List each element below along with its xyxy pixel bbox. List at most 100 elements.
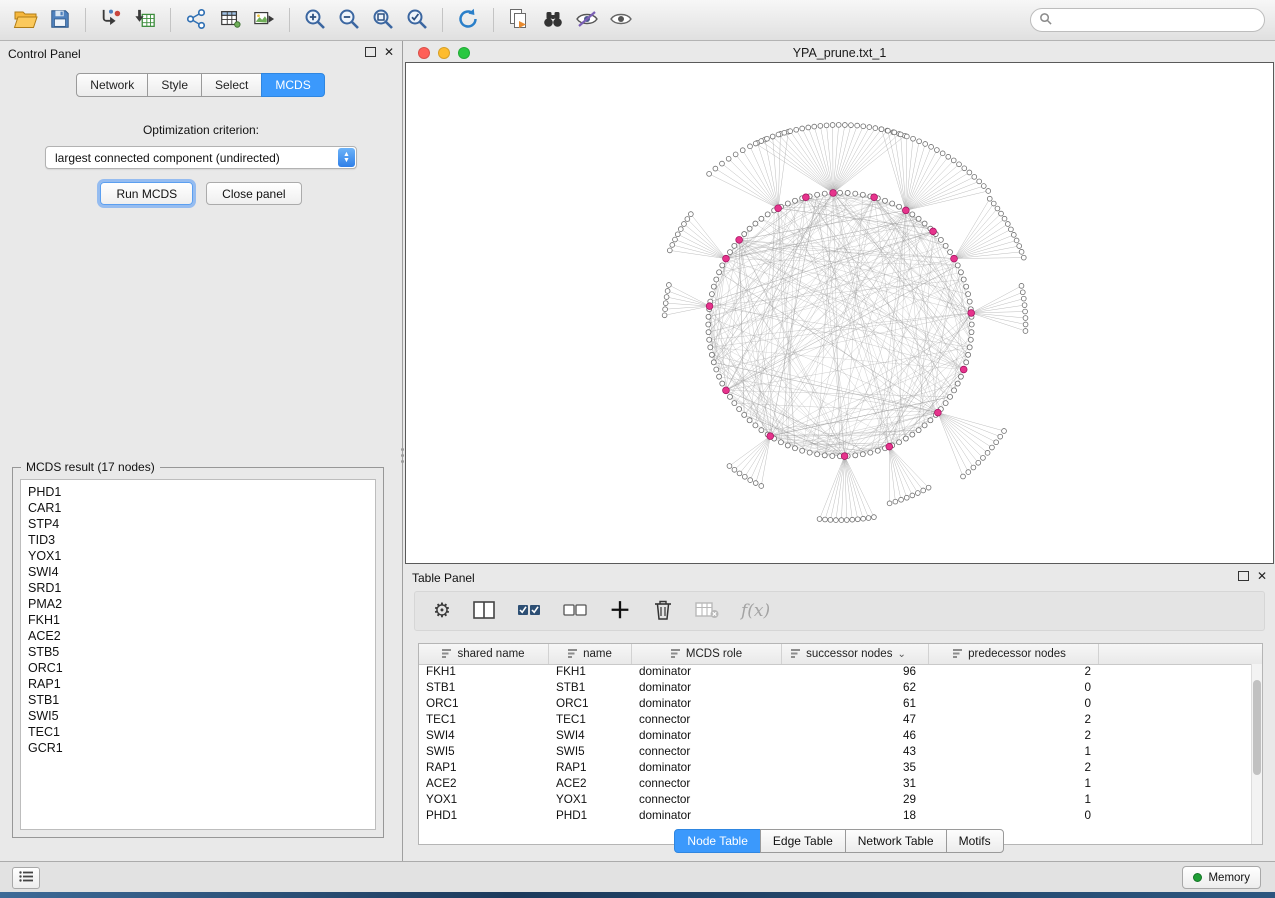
- mcds-result-node[interactable]: CAR1: [28, 500, 368, 516]
- table-cell[interactable]: connector: [632, 712, 782, 728]
- table-row[interactable]: YOX1YOX1connector291: [419, 792, 1252, 808]
- function-builder-button[interactable]: f(x): [741, 598, 770, 624]
- close-panel-icon[interactable]: ✕: [384, 46, 394, 58]
- hide-selected-button[interactable]: [571, 5, 603, 35]
- table-cell[interactable]: [1099, 760, 1252, 776]
- show-columns-button[interactable]: [473, 598, 495, 624]
- network-canvas[interactable]: [405, 62, 1274, 564]
- zoom-out-button[interactable]: [333, 5, 365, 35]
- scrollbar-thumb[interactable]: [1253, 680, 1261, 775]
- table-cell[interactable]: PHD1: [549, 808, 632, 824]
- mcds-result-node[interactable]: STB1: [28, 692, 368, 708]
- table-cell[interactable]: 2: [929, 664, 1099, 680]
- table-row[interactable]: FKH1FKH1dominator962: [419, 664, 1252, 680]
- mcds-result-node[interactable]: TID3: [28, 532, 368, 548]
- mcds-result-node[interactable]: GCR1: [28, 740, 368, 756]
- table-cell[interactable]: 96: [782, 664, 929, 680]
- mcds-result-node[interactable]: STP4: [28, 516, 368, 532]
- table-cell[interactable]: 43: [782, 744, 929, 760]
- table-cell[interactable]: 1: [929, 792, 1099, 808]
- table-row[interactable]: SWI4SWI4dominator462: [419, 728, 1252, 744]
- global-search-field[interactable]: [1030, 8, 1265, 32]
- table-cell[interactable]: dominator: [632, 696, 782, 712]
- export-table-button[interactable]: [214, 5, 246, 35]
- column-header-predecessor-nodes[interactable]: predecessor nodes: [929, 644, 1099, 664]
- refresh-button[interactable]: [452, 5, 484, 35]
- table-row[interactable]: ORC1ORC1dominator610: [419, 696, 1252, 712]
- table-cell[interactable]: dominator: [632, 680, 782, 696]
- table-row[interactable]: PHD1PHD1dominator180: [419, 808, 1252, 824]
- table-cell[interactable]: STB1: [419, 680, 549, 696]
- run-mcds-button[interactable]: Run MCDS: [100, 182, 193, 205]
- delete-column-button[interactable]: [653, 598, 673, 624]
- table-cell[interactable]: ACE2: [419, 776, 549, 792]
- maximize-window-icon[interactable]: [458, 47, 470, 59]
- table-cell[interactable]: 0: [929, 680, 1099, 696]
- table-cell[interactable]: [1099, 664, 1252, 680]
- mcds-result-node[interactable]: SWI5: [28, 708, 368, 724]
- table-cell[interactable]: 2: [929, 712, 1099, 728]
- table-cell[interactable]: SWI4: [549, 728, 632, 744]
- table-cell[interactable]: 2: [929, 728, 1099, 744]
- table-cell[interactable]: connector: [632, 792, 782, 808]
- delete-table-button[interactable]: [695, 598, 719, 624]
- mcds-result-node[interactable]: TEC1: [28, 724, 368, 740]
- zoom-selected-button[interactable]: [401, 5, 433, 35]
- table-row[interactable]: TEC1TEC1connector472: [419, 712, 1252, 728]
- table-cell[interactable]: YOX1: [549, 792, 632, 808]
- export-image-button[interactable]: [248, 5, 280, 35]
- table-cell[interactable]: 0: [929, 696, 1099, 712]
- duplicate-network-button[interactable]: [503, 5, 535, 35]
- table-cell[interactable]: 2: [929, 760, 1099, 776]
- table-cell[interactable]: STB1: [549, 680, 632, 696]
- table-cell[interactable]: TEC1: [419, 712, 549, 728]
- table-cell[interactable]: 29: [782, 792, 929, 808]
- mcds-result-node[interactable]: RAP1: [28, 676, 368, 692]
- table-cell[interactable]: 47: [782, 712, 929, 728]
- search-input[interactable]: [1058, 12, 1256, 28]
- table-cell[interactable]: TEC1: [549, 712, 632, 728]
- table-cell[interactable]: RAP1: [419, 760, 549, 776]
- close-panel-icon[interactable]: ✕: [1257, 570, 1267, 582]
- mcds-result-node[interactable]: SWI4: [28, 564, 368, 580]
- tab-select[interactable]: Select: [201, 73, 262, 97]
- create-column-button[interactable]: ＋: [609, 598, 631, 624]
- table-options-button[interactable]: ⚙: [433, 598, 451, 624]
- mcds-result-node[interactable]: FKH1: [28, 612, 368, 628]
- deselect-all-button[interactable]: [563, 598, 587, 624]
- criterion-select[interactable]: largest connected component (undirected)…: [45, 146, 357, 169]
- mcds-result-list[interactable]: PHD1CAR1STP4TID3YOX1SWI4SRD1PMA2FKH1ACE2…: [20, 479, 376, 830]
- mcds-result-node[interactable]: PMA2: [28, 596, 368, 612]
- minimize-window-icon[interactable]: [438, 47, 450, 59]
- close-panel-button[interactable]: Close panel: [206, 182, 301, 205]
- column-header-shared-name[interactable]: shared name: [419, 644, 549, 664]
- table-cell[interactable]: 46: [782, 728, 929, 744]
- zoom-in-button[interactable]: [299, 5, 331, 35]
- tab-network-table[interactable]: Network Table: [845, 829, 947, 853]
- table-cell[interactable]: [1099, 744, 1252, 760]
- table-cell[interactable]: [1099, 680, 1252, 696]
- network-graph[interactable]: [406, 63, 1273, 563]
- float-window-icon[interactable]: [1238, 571, 1249, 581]
- table-cell[interactable]: dominator: [632, 664, 782, 680]
- import-table-button[interactable]: [129, 5, 161, 35]
- float-window-icon[interactable]: [365, 47, 376, 57]
- table-cell[interactable]: [1099, 776, 1252, 792]
- table-cell[interactable]: 18: [782, 808, 929, 824]
- chevron-down-icon[interactable]: ⌄: [897, 649, 905, 660]
- column-header-mcds-role[interactable]: MCDS role: [632, 644, 782, 664]
- tab-mcds[interactable]: MCDS: [261, 73, 324, 97]
- table-cell[interactable]: 62: [782, 680, 929, 696]
- table-cell[interactable]: FKH1: [549, 664, 632, 680]
- close-window-icon[interactable]: [418, 47, 430, 59]
- table-cell[interactable]: SWI5: [549, 744, 632, 760]
- mcds-result-node[interactable]: YOX1: [28, 548, 368, 564]
- table-cell[interactable]: ORC1: [419, 696, 549, 712]
- column-header-successor-nodes[interactable]: successor nodes ⌄: [782, 644, 929, 664]
- open-file-button[interactable]: [10, 5, 42, 35]
- memory-button[interactable]: Memory: [1182, 866, 1261, 889]
- table-cell[interactable]: [1099, 728, 1252, 744]
- table-cell[interactable]: PHD1: [419, 808, 549, 824]
- tab-motifs[interactable]: Motifs: [946, 829, 1004, 853]
- table-cell[interactable]: dominator: [632, 728, 782, 744]
